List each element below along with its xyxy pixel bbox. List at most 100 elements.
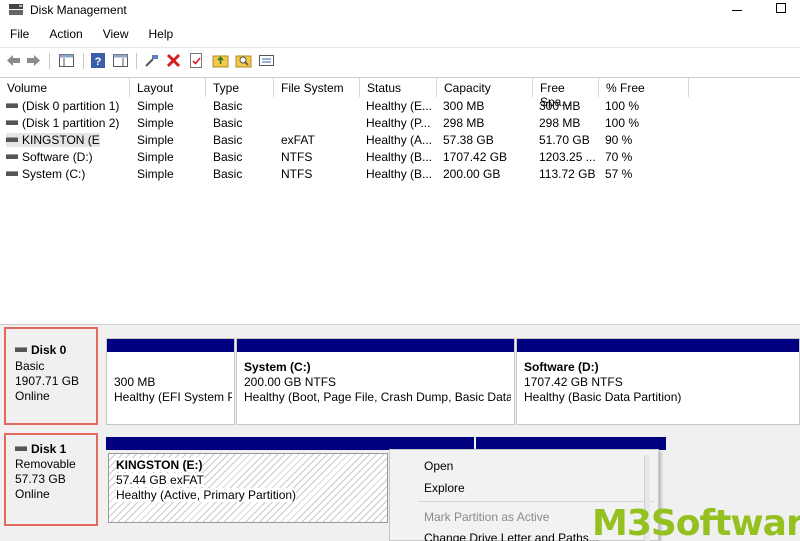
disk1-label[interactable]: Disk 1 Removable 57.73 GB Online — [4, 433, 98, 526]
toolbar-separator — [49, 53, 50, 69]
menu-bar: File Action View Help — [0, 25, 183, 44]
title-bar: Disk Management — [0, 0, 800, 22]
menu-item-mark-active[interactable]: Mark Partition as Active — [424, 510, 549, 524]
forward-icon[interactable] — [25, 52, 42, 69]
fs-cell: NTFS — [281, 150, 313, 164]
properties-pane-icon[interactable] — [58, 52, 75, 69]
type-cell: Basic — [213, 150, 243, 164]
partition-bar — [237, 339, 514, 352]
disk0-name-text: Disk 0 — [31, 343, 67, 357]
back-icon[interactable] — [5, 52, 22, 69]
partition-status: Healthy (EFI System P — [114, 390, 232, 404]
partition-status: Healthy (Basic Data Partition) — [524, 390, 682, 404]
m3-software-watermark: M3Software — [592, 503, 800, 541]
column-header-free-space[interactable]: Free Spa... — [533, 78, 599, 109]
type-cell: Basic — [213, 99, 243, 113]
menu-file[interactable]: File — [0, 25, 39, 44]
layout-cell: Simple — [137, 99, 174, 113]
partition-size: 57.44 GB exFAT — [116, 473, 204, 487]
menu-item-change-drive-letter[interactable]: Change Drive Letter and Paths... — [424, 531, 599, 541]
connect-icon[interactable] — [143, 52, 160, 69]
disk-icon — [15, 347, 27, 352]
table-row[interactable]: (Disk 0 partition 1) Simple Basic Health… — [0, 98, 800, 115]
disk1-size: 57.73 GB — [15, 472, 66, 486]
partition-title: KINGSTON (E:) — [116, 458, 203, 472]
toolbar-separator — [136, 53, 137, 69]
type-cell: Basic — [213, 167, 243, 181]
free-space-cell: 298 MB — [539, 116, 581, 130]
fs-cell: NTFS — [281, 167, 313, 181]
menu-action[interactable]: Action — [39, 25, 92, 44]
status-cell: Healthy (B... — [366, 150, 433, 164]
disk-icon — [15, 446, 27, 451]
percent-free-cell: 57 % — [605, 167, 633, 181]
table-row[interactable]: (Disk 1 partition 2) Simple Basic Health… — [0, 115, 800, 132]
free-space-cell: 113.72 GB — [539, 167, 596, 181]
volume-icon — [6, 103, 18, 108]
column-header-type[interactable]: Type — [206, 78, 274, 97]
fs-cell: exFAT — [281, 133, 315, 147]
disk1-type: Removable — [15, 457, 76, 471]
percent-free-cell: 90 % — [605, 133, 633, 147]
column-header-capacity[interactable]: Capacity — [437, 78, 533, 97]
search-icon[interactable] — [235, 52, 252, 69]
volume-icon — [6, 137, 18, 142]
free-space-cell: 300 MB — [539, 99, 581, 113]
disk0-label[interactable]: Disk 0 Basic 1907.71 GB Online — [4, 327, 98, 425]
partition-title: Software (D:) — [524, 360, 599, 374]
capacity-cell: 57.38 GB — [443, 133, 494, 147]
column-header-file-system[interactable]: File System — [274, 78, 360, 97]
column-header-percent-free[interactable]: % Free — [599, 78, 689, 97]
menu-view[interactable]: View — [93, 25, 139, 44]
console-pane-icon[interactable] — [112, 52, 129, 69]
volume-list: Volume Layout Type File System Status Ca… — [0, 77, 800, 324]
delete-icon[interactable] — [165, 52, 182, 69]
capacity-cell: 200.00 GB — [443, 167, 501, 181]
partition-size: 300 MB — [114, 375, 156, 389]
partition-status: Healthy (Boot, Page File, Crash Dump, Ba… — [244, 390, 511, 404]
menu-item-explore[interactable]: Explore — [424, 481, 465, 495]
free-space-cell: 51.70 GB — [539, 133, 590, 147]
capacity-cell: 300 MB — [443, 99, 485, 113]
up-folder-icon[interactable] — [212, 52, 229, 69]
disk1-name: Disk 1 — [15, 442, 66, 456]
toolbar-separator — [83, 53, 84, 69]
menu-item-open[interactable]: Open — [424, 459, 453, 473]
disk0-partition-system[interactable]: System (C:) 200.00 GB NTFS Healthy (Boot… — [236, 338, 515, 425]
capacity-cell: 298 MB — [443, 116, 485, 130]
svg-text:?: ? — [95, 56, 102, 68]
help-icon[interactable]: ? — [90, 52, 107, 69]
volume-name: System (C:) — [22, 167, 86, 181]
disk0-partition-efi[interactable]: 300 MB Healthy (EFI System P — [106, 338, 235, 425]
minimize-button[interactable] — [729, 0, 749, 20]
status-cell: Healthy (A... — [366, 133, 433, 147]
volume-name: (Disk 0 partition 1) — [22, 99, 120, 113]
volume-icon — [6, 154, 18, 159]
column-header-layout[interactable]: Layout — [130, 78, 206, 97]
partition-bar — [107, 339, 234, 352]
status-cell: Healthy (E... — [366, 99, 433, 113]
volume-icon — [6, 171, 18, 176]
column-header-status[interactable]: Status — [360, 78, 437, 97]
disk0-size: 1907.71 GB — [15, 374, 80, 388]
volume-list-header: Volume Layout Type File System Status Ca… — [0, 78, 800, 109]
volume-cell: KINGSTON (E:) — [6, 133, 100, 147]
check-icon[interactable] — [188, 52, 205, 69]
disk1-name-text: Disk 1 — [31, 442, 67, 456]
toolbar: ? — [0, 47, 800, 73]
volume-name: (Disk 1 partition 2) — [22, 116, 120, 130]
disk1-state: Online — [15, 487, 50, 501]
maximize-button[interactable] — [776, 3, 786, 13]
disk0-partition-software[interactable]: Software (D:) 1707.42 GB NTFS Healthy (B… — [516, 338, 800, 425]
menu-help[interactable]: Help — [139, 25, 184, 44]
watermark-m3: M3 — [592, 503, 652, 541]
column-header-volume[interactable]: Volume — [0, 78, 130, 97]
list-icon[interactable] — [258, 52, 275, 69]
volume-icon — [6, 120, 18, 125]
table-row[interactable]: KINGSTON (E:) Simple Basic exFAT Healthy… — [0, 132, 800, 149]
disk1-partition-kingston[interactable]: KINGSTON (E:) 57.44 GB exFAT Healthy (Ac… — [108, 453, 388, 523]
table-row[interactable]: System (C:) Simple Basic NTFS Healthy (B… — [0, 166, 800, 183]
table-row[interactable]: Software (D:) Simple Basic NTFS Healthy … — [0, 149, 800, 166]
volume-cell: System (C:) — [6, 167, 130, 181]
layout-cell: Simple — [137, 150, 174, 164]
